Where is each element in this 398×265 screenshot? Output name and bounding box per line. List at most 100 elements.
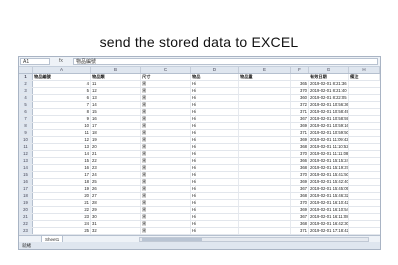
row-number[interactable]: 2 <box>19 81 33 87</box>
table-cell[interactable]: 黒 <box>141 179 191 185</box>
table-cell[interactable]: Hi <box>191 186 239 192</box>
table-cell[interactable]: Hi <box>191 165 239 171</box>
table-cell[interactable]: 15 <box>33 158 91 164</box>
table-cell[interactable]: 2019-02-01 16:42:30 <box>309 221 349 227</box>
table-cell[interactable] <box>239 137 291 143</box>
table-cell[interactable] <box>239 207 291 213</box>
table-cell[interactable]: Hi <box>191 200 239 206</box>
scroll-thumb[interactable] <box>142 238 202 241</box>
table-cell[interactable]: Hi <box>191 95 239 101</box>
table-cell[interactable]: 23 <box>33 214 91 220</box>
table-cell[interactable]: 368 <box>291 144 309 150</box>
table-cell[interactable]: 25 <box>33 228 91 234</box>
table-cell[interactable]: 12 <box>33 137 91 143</box>
header-cell[interactable]: 尺寸 <box>141 74 191 80</box>
table-cell[interactable]: 369 <box>291 123 309 129</box>
table-cell[interactable]: 371 <box>291 130 309 136</box>
row-number[interactable]: 3 <box>19 88 33 94</box>
table-cell[interactable]: 21 <box>33 200 91 206</box>
table-cell[interactable] <box>239 186 291 192</box>
table-cell[interactable]: Hi <box>191 116 239 122</box>
header-cell[interactable]: 備注 <box>349 74 380 80</box>
table-cell[interactable]: 2019-02-01 16:11:08 <box>309 214 349 220</box>
table-cell[interactable]: Hi <box>191 249 239 250</box>
table-cell[interactable]: Hi <box>191 102 239 108</box>
table-cell[interactable]: 17 <box>33 172 91 178</box>
table-cell[interactable]: 29 <box>91 207 141 213</box>
table-cell[interactable] <box>239 151 291 157</box>
column-header-h[interactable]: H <box>349 67 380 73</box>
table-cell[interactable]: 2019-02-01 15:45:05 <box>309 186 349 192</box>
table-cell[interactable]: 365 <box>291 81 309 87</box>
table-cell[interactable] <box>239 179 291 185</box>
table-cell[interactable]: 黒 <box>141 158 191 164</box>
table-cell[interactable]: 2019-02-01 15:19:37 <box>309 165 349 171</box>
table-cell[interactable]: 25 <box>91 179 141 185</box>
table-cell[interactable]: 371 <box>291 109 309 115</box>
table-cell[interactable] <box>239 214 291 220</box>
table-cell[interactable] <box>239 109 291 115</box>
table-cell[interactable]: 黒 <box>141 109 191 115</box>
column-header-f[interactable]: F <box>291 67 309 73</box>
table-cell[interactable]: Hi <box>191 221 239 227</box>
table-cell[interactable]: 370 <box>291 172 309 178</box>
table-cell[interactable]: 31 <box>91 221 141 227</box>
table-cell[interactable]: 2019-02-01 11:11:08 <box>309 151 349 157</box>
table-cell[interactable]: 18 <box>91 130 141 136</box>
table-cell[interactable] <box>239 102 291 108</box>
table-cell[interactable]: 2019-02-01 10:59:50 <box>309 130 349 136</box>
table-cell[interactable] <box>239 144 291 150</box>
row-number[interactable]: 19 <box>19 200 33 206</box>
table-cell[interactable]: 2019-02-01 15:15:24 <box>309 158 349 164</box>
table-cell[interactable]: 2019-02-01 8:21:40 <box>309 88 349 94</box>
table-cell[interactable]: 24 <box>33 221 91 227</box>
table-cell[interactable] <box>239 228 291 234</box>
row-number[interactable]: 9 <box>19 130 33 136</box>
row-number[interactable]: 14 <box>19 165 33 171</box>
column-header-e[interactable]: E <box>239 67 291 73</box>
table-cell[interactable]: 黒 <box>141 144 191 150</box>
table-cell[interactable]: 黒 <box>141 186 191 192</box>
table-cell[interactable]: 27 <box>91 193 141 199</box>
table-cell[interactable] <box>239 95 291 101</box>
table-cell[interactable]: 黒 <box>141 214 191 220</box>
table-cell[interactable] <box>239 130 291 136</box>
table-cell[interactable]: 2019-02-01 10:56:36 <box>309 102 349 108</box>
table-cell[interactable]: 32 <box>91 228 141 234</box>
table-cell[interactable]: 10 <box>33 123 91 129</box>
row-number[interactable]: 6 <box>19 109 33 115</box>
table-cell[interactable] <box>239 193 291 199</box>
table-cell[interactable] <box>239 221 291 227</box>
table-cell[interactable]: Hi <box>191 88 239 94</box>
table-cell[interactable] <box>239 200 291 206</box>
row-number[interactable]: 23 <box>19 228 33 234</box>
table-cell[interactable]: 11 <box>91 81 141 87</box>
table-cell[interactable]: 366 <box>291 249 309 250</box>
table-cell[interactable]: 20 <box>33 193 91 199</box>
column-header-d[interactable]: D <box>191 67 239 73</box>
table-cell[interactable] <box>239 81 291 87</box>
table-cell[interactable]: 黒 <box>141 137 191 143</box>
table-cell[interactable]: Hi <box>191 109 239 115</box>
table-cell[interactable]: 黒 <box>141 123 191 129</box>
table-cell[interactable]: 9 <box>33 116 91 122</box>
table-cell[interactable]: 2019-02-01 8:22:05 <box>309 95 349 101</box>
row-number[interactable]: 11 <box>19 144 33 150</box>
row-number[interactable]: 16 <box>19 179 33 185</box>
table-cell[interactable]: 19 <box>91 137 141 143</box>
table-cell[interactable]: 黒 <box>141 116 191 122</box>
table-cell[interactable]: Hi <box>191 144 239 150</box>
column-header-g[interactable]: G <box>309 67 349 73</box>
table-cell[interactable]: 黒 <box>141 81 191 87</box>
table-cell[interactable]: 2019-02-01 15:46:32 <box>309 193 349 199</box>
table-cell[interactable]: 黒 <box>141 249 191 250</box>
table-cell[interactable]: 7 <box>33 102 91 108</box>
table-cell[interactable]: 黒 <box>141 102 191 108</box>
table-cell[interactable]: 黒 <box>141 193 191 199</box>
table-cell[interactable] <box>239 249 291 250</box>
table-cell[interactable]: 6 <box>33 95 91 101</box>
table-cell[interactable]: 368 <box>291 193 309 199</box>
table-cell[interactable]: 2019-02-01 17:20:26 <box>309 249 349 250</box>
table-cell[interactable]: 2019-02-01 16:10:42 <box>309 200 349 206</box>
header-cell[interactable]: 物品類 <box>91 74 141 80</box>
